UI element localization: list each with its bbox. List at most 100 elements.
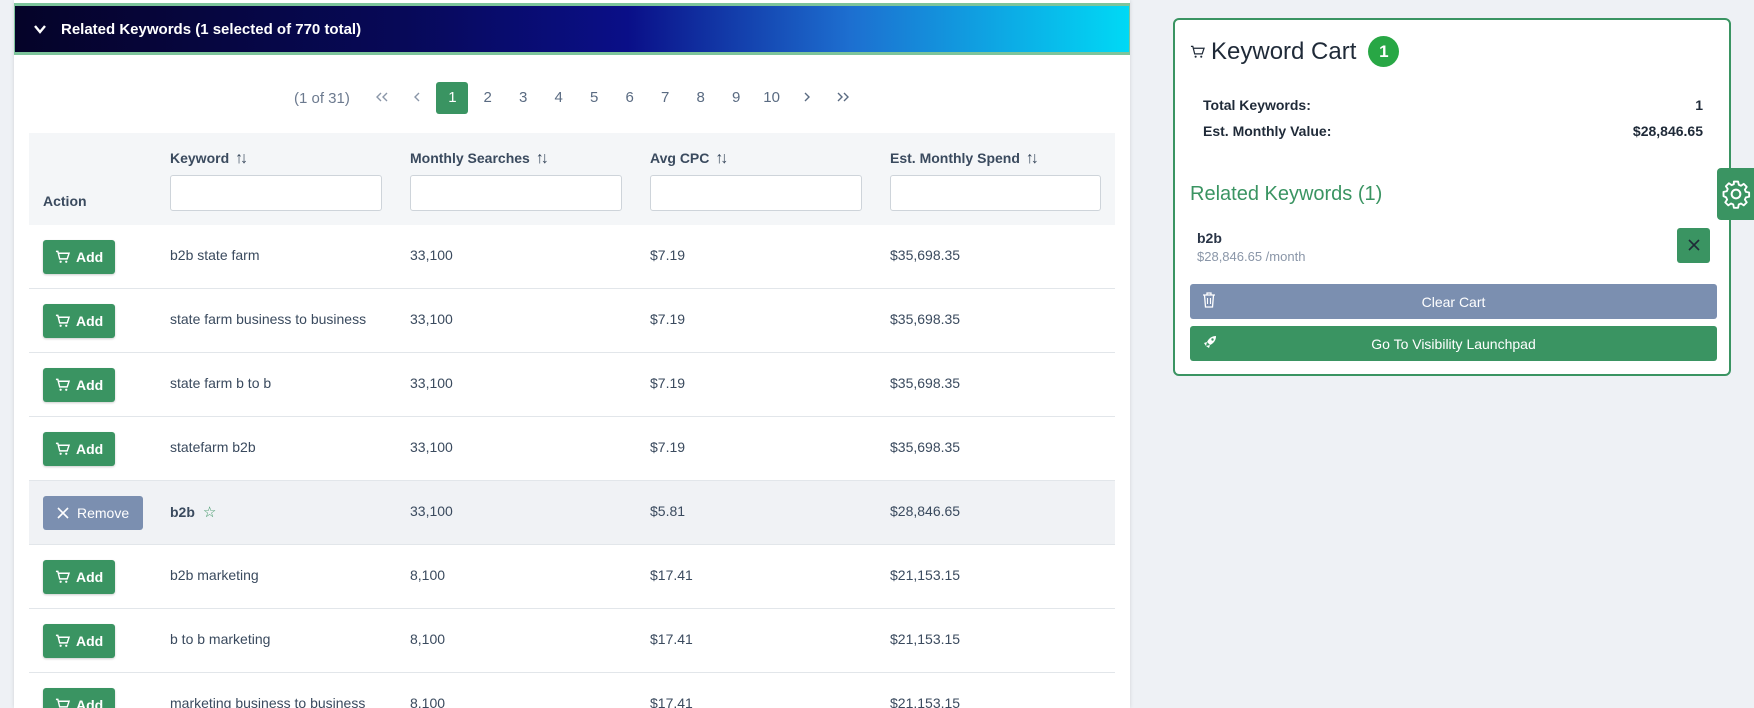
related-keywords-header[interactable]: Related Keywords (1 selected of 770 tota… (14, 3, 1130, 55)
cpc-cell: $5.81 (650, 503, 686, 519)
last-page-button[interactable] (825, 82, 861, 114)
cpc-filter-input[interactable] (650, 175, 862, 211)
add-keyword-button[interactable]: Add (43, 240, 116, 274)
header-monthly-searches[interactable]: Monthly Searches ↑↓ (410, 150, 549, 168)
page-button-8[interactable]: 8 (683, 82, 719, 114)
spend-cell: $35,698.35 (890, 439, 961, 455)
cart-icon (55, 250, 70, 263)
add-keyword-button[interactable]: Add (43, 368, 116, 402)
header-searches-label: Monthly Searches (410, 150, 530, 166)
page-button-3[interactable]: 3 (505, 82, 541, 114)
searches-cell: 33,100 (410, 503, 453, 519)
prev-page-button[interactable] (399, 82, 435, 114)
clear-cart-button[interactable]: Clear Cart (1190, 284, 1717, 319)
keyword-filter-input[interactable] (170, 175, 382, 211)
keyword-text: statefarm b2b (170, 439, 256, 455)
est-monthly-value-value: $28,846.65 (1632, 123, 1703, 139)
cart-icon (1190, 45, 1205, 58)
header-action: Action (43, 193, 87, 209)
remove-keyword-button[interactable]: Remove (43, 496, 144, 530)
cpc-cell: $7.19 (650, 375, 686, 391)
add-keyword-button[interactable]: Add (43, 432, 116, 466)
header-cpc-label: Avg CPC (650, 150, 710, 166)
cpc-cell: $17.41 (650, 631, 693, 647)
total-keywords-value: 1 (1695, 97, 1703, 113)
table-row: Add state farm b to b 33,100 $7.19 $35,698.3… (29, 353, 1115, 417)
add-keyword-button[interactable]: Add (43, 560, 116, 594)
double-chevron-right-icon (837, 92, 849, 102)
page-button-1[interactable]: 1 (436, 82, 469, 114)
star-icon[interactable]: ☆ (203, 504, 216, 521)
add-keyword-button[interactable]: Add (43, 624, 116, 658)
cart-icon (55, 378, 70, 391)
page-button-2[interactable]: 2 (470, 82, 506, 114)
page-button-7[interactable]: 7 (647, 82, 683, 114)
header-keyword-label: Keyword (170, 150, 230, 166)
spend-cell: $35,698.35 (890, 375, 961, 391)
header-title: Related Keywords (1 selected of 770 tota… (61, 20, 362, 38)
add-button-label: Add (76, 697, 104, 708)
searches-cell: 8,100 (410, 695, 446, 708)
cart-icon (55, 634, 70, 647)
chevron-left-icon (414, 92, 420, 102)
page-button-5[interactable]: 5 (576, 82, 612, 114)
add-keyword-button[interactable]: Add (43, 688, 116, 708)
cpc-cell: $7.19 (650, 439, 686, 455)
keyword-cell: b2b state farm (170, 247, 260, 263)
cart-title: Keyword Cart 1 (1190, 36, 1400, 67)
header-keyword[interactable]: Keyword ↑↓ (170, 150, 248, 168)
sort-icon: ↑↓ (1025, 150, 1039, 167)
searches-cell: 8,100 (410, 567, 446, 583)
chevron-down-icon (34, 25, 46, 34)
table-row: Add b to b marketing 8,100 $17.41 $21,153.15 (29, 609, 1115, 673)
header-avg-cpc[interactable]: Avg CPC ↑↓ (650, 150, 728, 168)
go-to-launchpad-label: Go To Visibility Launchpad (1371, 335, 1536, 352)
add-button-label: Add (76, 569, 104, 585)
chevron-right-icon (804, 92, 811, 102)
cpc-cell: $7.19 (650, 311, 686, 327)
cpc-cell: $17.41 (650, 567, 693, 583)
add-keyword-button[interactable]: Add (43, 304, 116, 338)
go-to-launchpad-button[interactable]: Go To Visibility Launchpad (1190, 326, 1717, 361)
table-row: Add b2b state farm 33,100 $7.19 $35,698.35 (29, 225, 1115, 289)
first-page-button[interactable] (364, 82, 400, 114)
next-page-button[interactable] (789, 82, 825, 114)
keyword-text: b2b marketing (170, 567, 259, 583)
header-est-monthly-spend[interactable]: Est. Monthly Spend ↑↓ (890, 150, 1039, 168)
keyword-cell: b to b marketing (170, 631, 270, 647)
sort-icon: ↑↓ (235, 150, 248, 167)
table-row: Add b2b marketing 8,100 $17.41 $21,153.15 (29, 545, 1115, 609)
sort-icon: ↑↓ (715, 150, 728, 167)
cart-item-remove-button[interactable] (1677, 228, 1710, 263)
close-icon (1687, 239, 1700, 251)
page-button-4[interactable]: 4 (541, 82, 577, 114)
settings-tab[interactable] (1717, 168, 1754, 220)
keyword-text: b to b marketing (170, 631, 271, 647)
sort-icon: ↑↓ (535, 150, 549, 167)
spend-cell: $35,698.35 (890, 311, 961, 327)
keyword-text: marketing business to business (170, 695, 366, 708)
add-button-label: Add (76, 633, 104, 649)
keyword-text: state farm b to b (170, 375, 272, 391)
cart-icon (55, 570, 70, 583)
spend-cell: $35,698.35 (890, 247, 961, 263)
cart-title-text: Keyword Cart (1211, 37, 1357, 65)
add-button-label: Add (76, 377, 104, 393)
header-spend-label: Est. Monthly Spend (890, 150, 1020, 166)
searches-filter-input[interactable] (410, 175, 622, 211)
page-button-9[interactable]: 9 (718, 82, 754, 114)
total-keywords-row: Total Keywords: 1 (1203, 97, 1703, 113)
searches-cell: 33,100 (410, 375, 453, 391)
cart-related-keywords-title: Related Keywords (1) (1190, 183, 1383, 205)
keyword-cell: b2b marketing (170, 567, 259, 583)
searches-cell: 8,100 (410, 631, 446, 647)
page-button-10[interactable]: 10 (754, 82, 790, 114)
est-monthly-value-label: Est. Monthly Value: (1203, 123, 1332, 139)
keyword-cell: statefarm b2b (170, 439, 256, 455)
cart-item-monthly: $28,846.65 /month (1197, 249, 1306, 264)
spend-cell: $21,153.15 (890, 695, 961, 708)
total-keywords-label: Total Keywords: (1203, 97, 1311, 113)
spend-filter-input[interactable] (890, 175, 1101, 211)
page-button-6[interactable]: 6 (612, 82, 648, 114)
spend-cell: $28,846.65 (890, 503, 961, 519)
